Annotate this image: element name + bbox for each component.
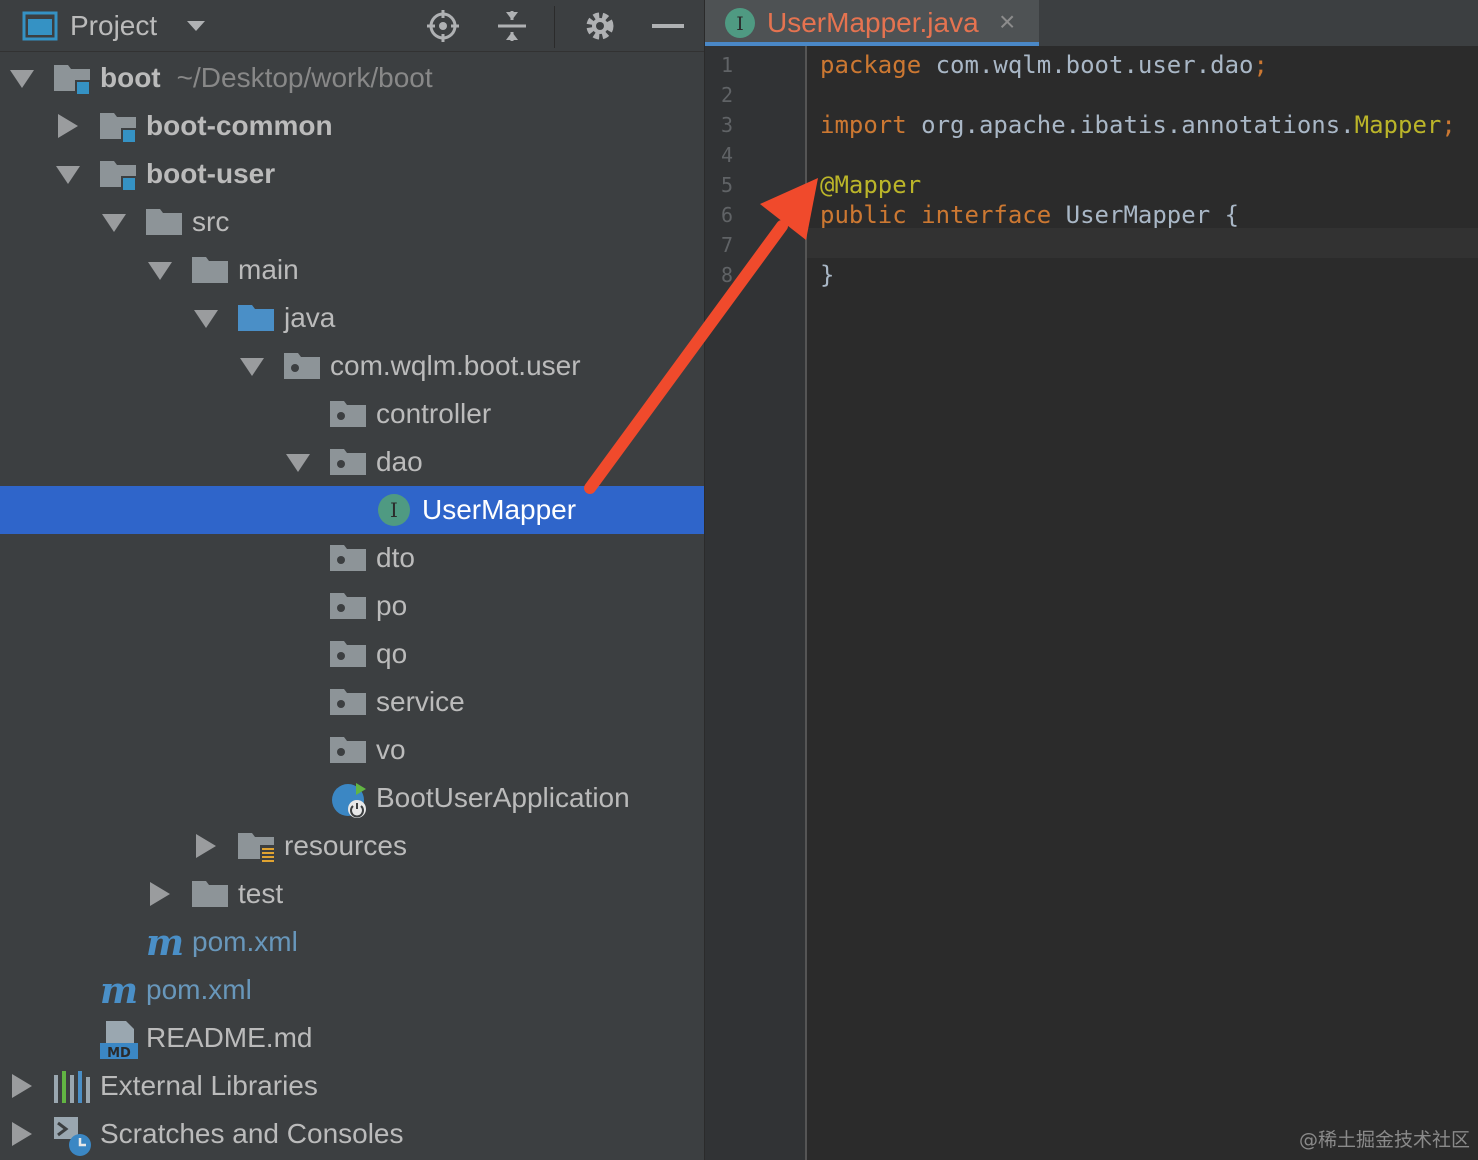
red-annotation-arrow (584, 178, 818, 494)
